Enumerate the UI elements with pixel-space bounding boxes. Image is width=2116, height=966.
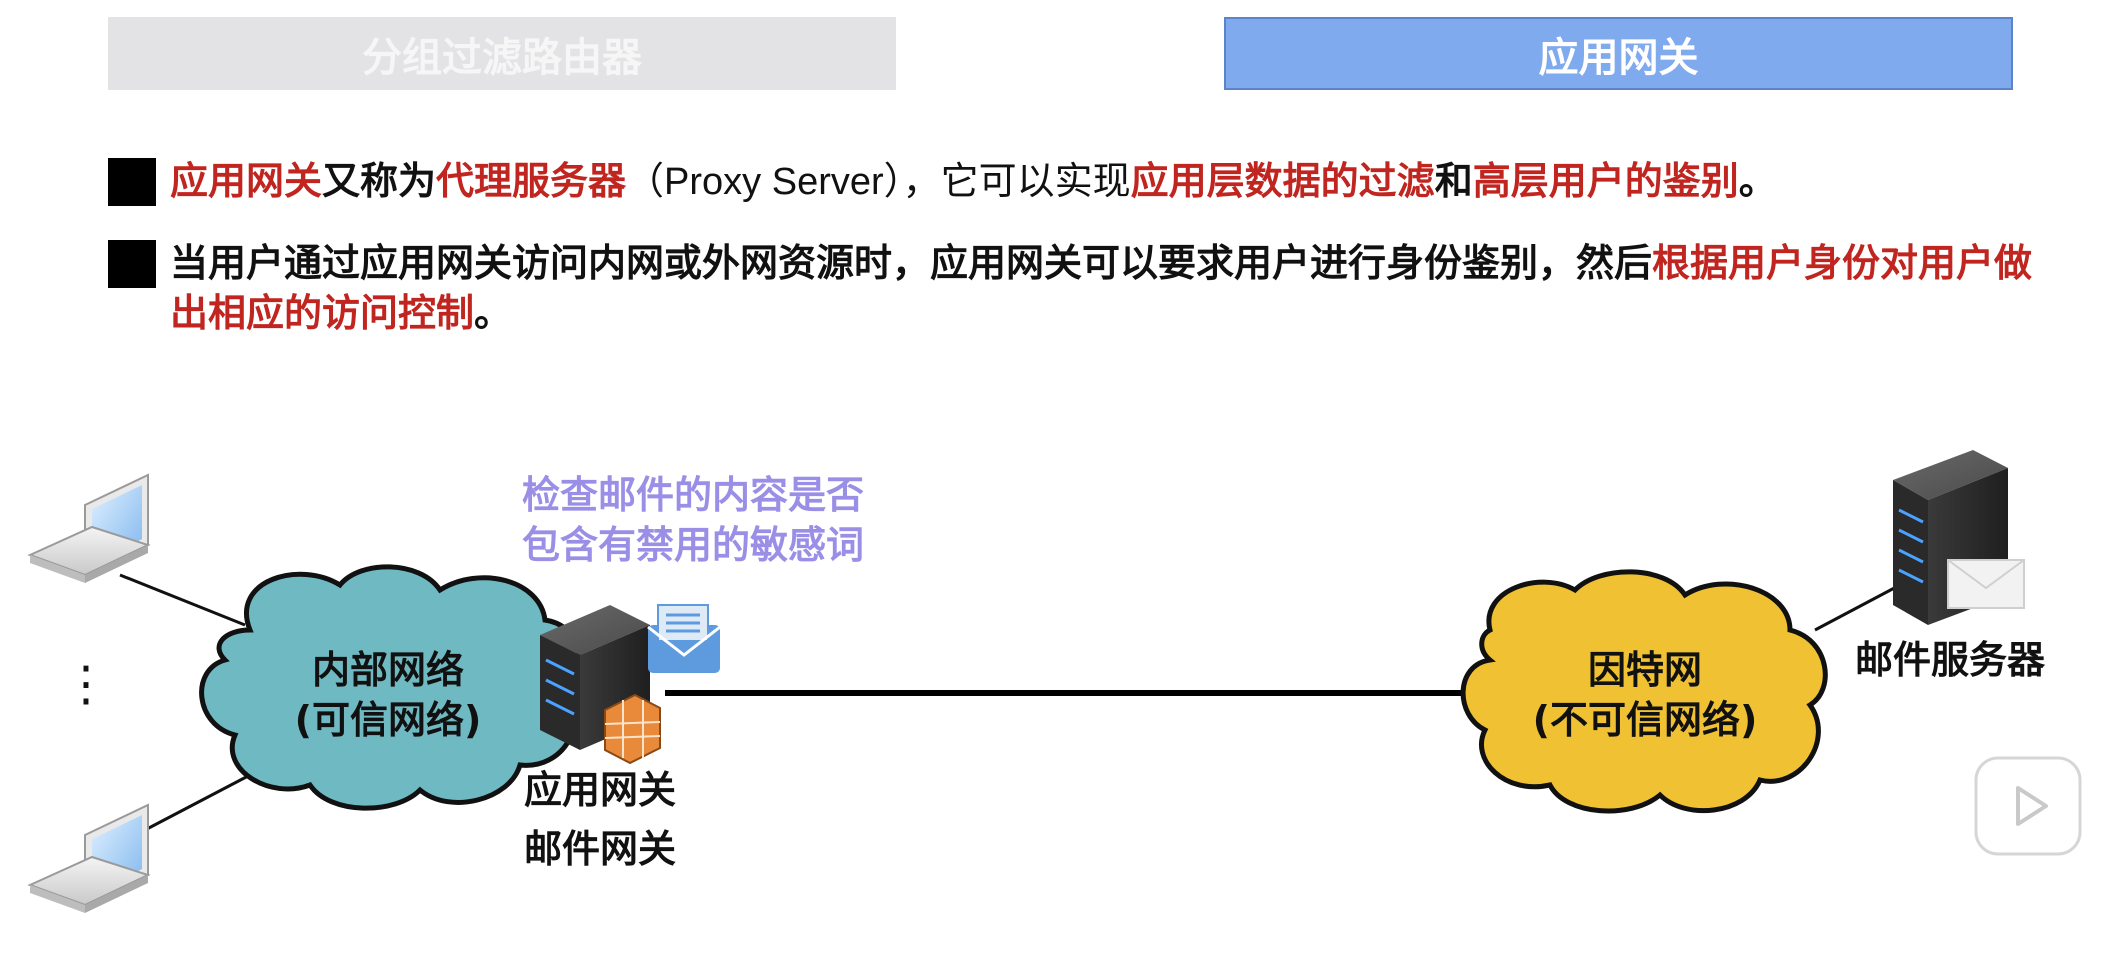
laptop-icon bbox=[27, 803, 151, 913]
inspection-note-line1: 检查邮件的内容是否 bbox=[522, 473, 864, 517]
inspection-note-line2: 包含有禁用的敏感词 bbox=[522, 523, 864, 567]
mail-server-label: 邮件服务器 bbox=[1855, 638, 2046, 682]
laptop-icon bbox=[27, 473, 151, 583]
internet-label: 因特网 bbox=[1588, 648, 1702, 692]
link-laptop-top bbox=[119, 573, 246, 627]
link-laptop-bottom bbox=[144, 773, 251, 832]
mail-gateway-label: 邮件网关 bbox=[524, 827, 676, 871]
play-icon[interactable] bbox=[1974, 756, 2082, 856]
internet-sublabel: (不可信网络) bbox=[1533, 698, 1758, 742]
firewall-icon bbox=[604, 693, 661, 765]
envelope-icon bbox=[1947, 559, 2025, 609]
envelope-icon bbox=[647, 604, 721, 673]
inner-network-sublabel: (可信网络) bbox=[295, 698, 482, 742]
link-internet-mailserver bbox=[1814, 583, 1901, 632]
gateway-label: 应用网关 bbox=[524, 768, 676, 812]
vertical-ellipsis: ⋮ bbox=[62, 656, 110, 712]
network-diagram: 内部网络 (可信网络) 因特网 (不可信网络) ⋮ 应用网关 邮件网关 检查邮件… bbox=[27, 450, 2082, 913]
inner-network-label: 内部网络 bbox=[312, 648, 464, 692]
